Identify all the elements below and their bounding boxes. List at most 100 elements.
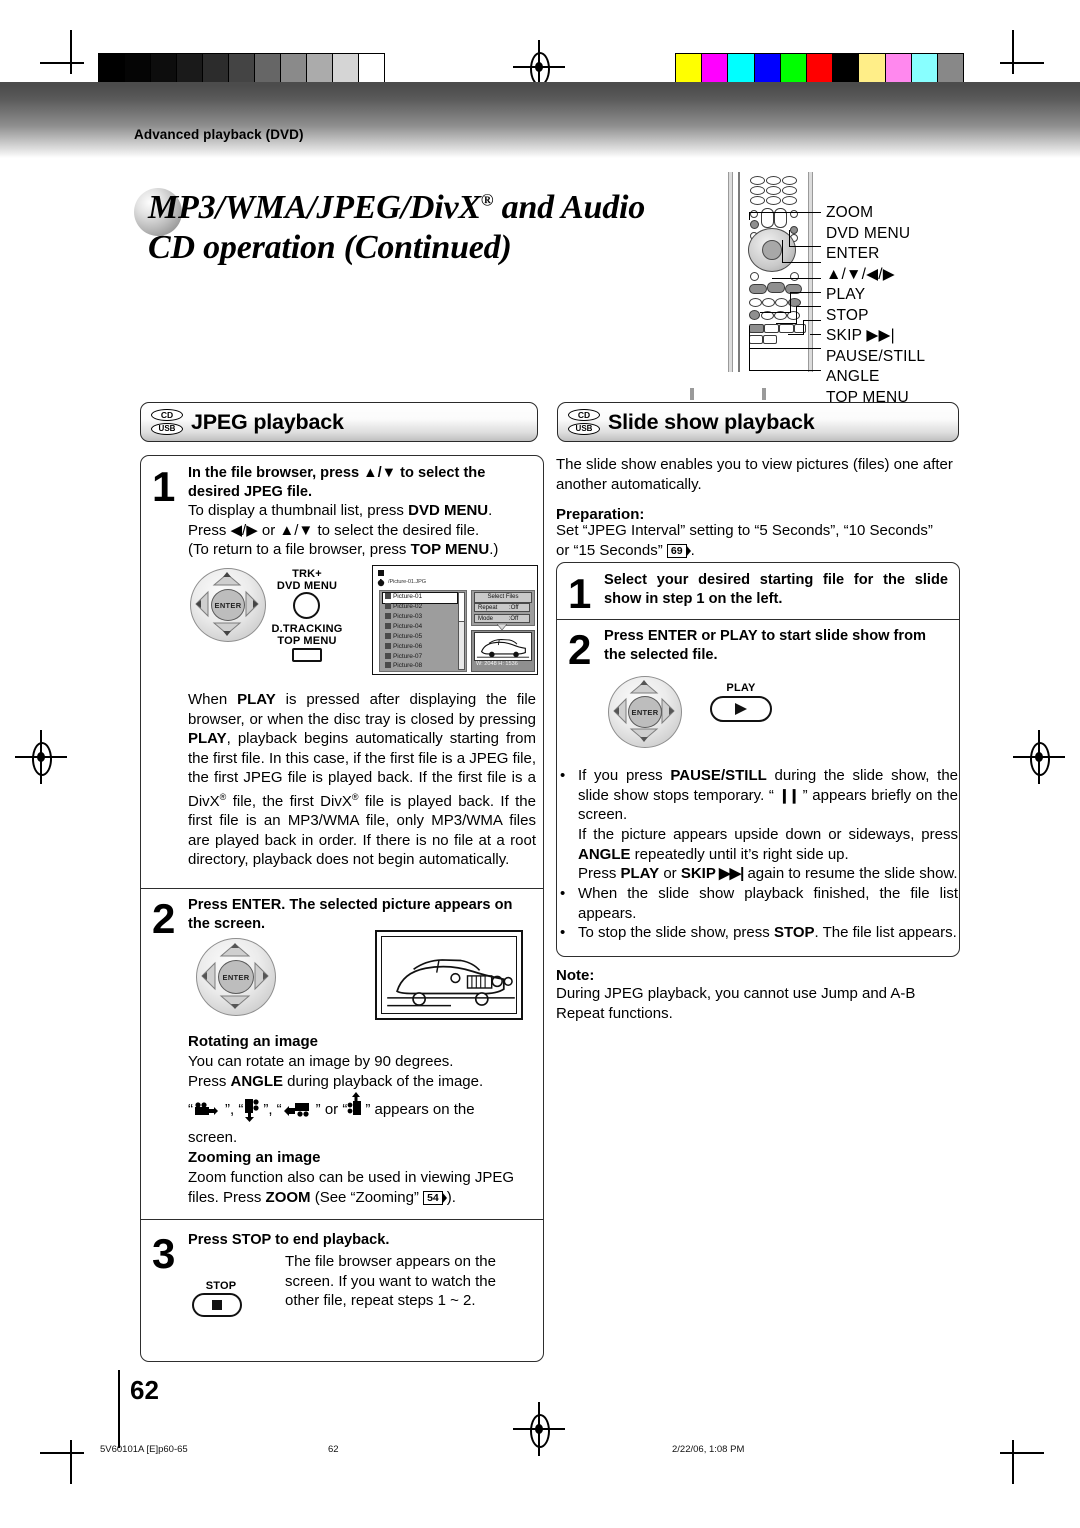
section-heading-jpeg-playback: CD USB JPEG playback [140, 402, 538, 442]
preparation-line1: Set “JPEG Interval” setting to “5 Second… [556, 522, 933, 539]
stop-button-illustration[interactable] [192, 1293, 242, 1317]
rotating-heading-text: Rotating an image [188, 1033, 319, 1050]
leader-line-enter [782, 262, 821, 264]
left-paragraph: When PLAY is pressed after displaying th… [188, 690, 536, 870]
osd-mode-setting[interactable]: Mode :Off [474, 614, 530, 623]
leader-line-dvdmenu [789, 246, 821, 248]
cd-usb-badge-left: CD USB [151, 409, 183, 435]
play-button-illustration[interactable] [710, 696, 772, 722]
remote-label-list: ZOOM DVD MENU ENTER ▲/▼/◀/▶ PLAY STOP SK… [826, 203, 1056, 408]
page-title-line2: CD operation (Continued) [148, 229, 512, 267]
color-swatch [858, 54, 885, 84]
bullet3-stop: STOP [773, 924, 815, 941]
play-button-caption: PLAY [726, 682, 756, 694]
step-2-number-left: 2 [152, 895, 176, 942]
bullet-1-cont-b: Press PLAY or SKIP ▶▶| again to resume t… [578, 864, 960, 884]
rotating-line1: You can rotate an image by 90 degrees. [188, 1053, 454, 1070]
osd-list-item[interactable]: Picture-08 [385, 662, 422, 669]
grey-swatch [202, 54, 228, 84]
footer-left: 5V60101A [E]p60-65 [100, 1444, 188, 1455]
remote-label-arrow-keys: ▲/▼/◀/▶ [826, 265, 895, 283]
color-swatch [727, 54, 754, 84]
step-3-title-left: Press STOP to end playback. [188, 1232, 390, 1248]
osd-list-item[interactable]: Picture-07 [385, 653, 422, 660]
color-swatch [676, 54, 702, 84]
registration-target-top [513, 40, 565, 94]
leader-line-play [790, 292, 821, 294]
osd-select-files-button[interactable]: Select Files [474, 592, 532, 603]
dvd-menu-label: DVD MENU [276, 580, 338, 592]
zooming-zoom: ZOOM [265, 1188, 311, 1206]
step-1-number-left: 1 [152, 463, 176, 510]
osd-preview-image [474, 632, 532, 661]
page-title-line1: MP3/WMA/JPEG/DivX [148, 189, 481, 226]
page-number-rule [118, 1370, 120, 1448]
quote-2: ”, “ [263, 1101, 282, 1118]
registration-target-left [15, 730, 67, 784]
bullet-dot-icon: • [560, 924, 566, 941]
osd-list-item[interactable]: Picture-02 [385, 603, 422, 610]
enter-button-label-3: ENTER [628, 696, 662, 728]
color-swatch [701, 54, 728, 84]
osd-list-item[interactable]: Picture-06 [385, 643, 422, 650]
step-3-number-left: 3 [152, 1230, 176, 1277]
osd-repeat-setting[interactable]: Repeat :Off [474, 603, 530, 612]
page-ref-54[interactable]: 54 [423, 1190, 443, 1205]
leader-line-angle [749, 348, 821, 350]
osd-list-item[interactable]: Picture-01 [385, 593, 422, 600]
crop-mark-br-v [1012, 1440, 1014, 1484]
navigation-pad-icon [748, 228, 796, 272]
bullet1-g: Press [578, 865, 621, 882]
step1-body-line2: Press ◀/▶ or ▲/▼ to select the desired f… [188, 521, 480, 539]
skip-forward-icon: ▶▶| [715, 865, 744, 882]
grey-swatch [358, 54, 384, 84]
step-1-title-right: Select your desired starting file for th… [604, 572, 948, 607]
cd-badge-label: CD [568, 409, 600, 422]
top-menu-square-button [292, 648, 322, 662]
rotation-icon-line: “”, “”, “” or “” appears on the [188, 1092, 536, 1124]
remote-label-stop: STOP [826, 306, 869, 324]
crop-mark-tl-v [70, 30, 72, 74]
osd-scrollbar-thumb[interactable] [458, 592, 465, 622]
leader-line-skip [803, 320, 821, 322]
grey-swatch [99, 54, 124, 84]
rotation-icon-line-tail: screen. [188, 1129, 238, 1146]
remote-label-zoom: ZOOM [826, 204, 874, 221]
osd-file-name: Picture-04 [393, 623, 423, 630]
bullet-1-cont-a: If the picture appears upside down or si… [578, 825, 958, 864]
osd-repeat-label: Repeat [478, 605, 498, 611]
para-play-2: PLAY [188, 730, 227, 747]
leader-line-stop [796, 306, 821, 308]
remote-label-play: PLAY [826, 286, 866, 303]
thumbnail-list-screen: /Picture-01.JPG Picture-01 Picture-02 Pi… [372, 565, 538, 675]
grey-swatch [124, 54, 150, 84]
osd-list-item[interactable]: Picture-05 [385, 633, 422, 640]
leader-line-zoom [749, 212, 821, 214]
remote-label-enter: ENTER [826, 245, 880, 262]
bullet1-pause-still: PAUSE/STILL [670, 767, 767, 784]
osd-list-item[interactable]: Picture-03 [385, 613, 422, 620]
registered-mark-icon: ® [480, 190, 494, 210]
bullet1-skip: SKIP [680, 865, 716, 882]
tick-mark-2 [762, 388, 766, 400]
divider-right-step1-step2 [557, 619, 959, 621]
rotating-line2-a: Press [188, 1072, 231, 1090]
rotating-line2-c: during playback of the image. [283, 1072, 484, 1090]
stop-indicator-icon [378, 570, 384, 576]
crop-mark-br-h [1000, 1452, 1044, 1454]
rotate-down-camera-icon [245, 1099, 259, 1122]
osd-file-name: Picture-07 [393, 653, 423, 660]
osd-list-item[interactable]: Picture-04 [385, 623, 422, 630]
usb-badge-label: USB [568, 422, 600, 435]
page-ref-69[interactable]: 69 [666, 543, 687, 558]
bullet1-f: repeatedly until it’s right side up. [630, 845, 849, 863]
bullet-2: • When the slide show playback finished,… [560, 884, 958, 923]
page-ref-arrow-icon [441, 1191, 447, 1204]
color-swatch [936, 54, 964, 84]
page-number: 62 [130, 1375, 159, 1405]
zooming-line2-d: ). [446, 1188, 456, 1206]
step-2-title-left: Press ENTER. The selected picture appear… [188, 897, 513, 932]
step-3-body-left: The file browser appears on the screen. … [285, 1253, 496, 1309]
grey-swatch [228, 54, 254, 84]
grey-swatch [306, 54, 332, 84]
